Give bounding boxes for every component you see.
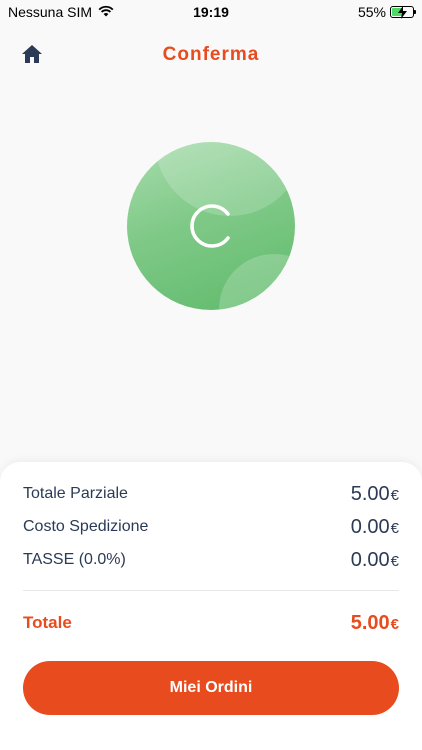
confirmation-screen: Nessuna SIM 19:19 55% Conferma Totale Pa… bbox=[0, 0, 422, 750]
subtotal-value: 5.00€ bbox=[350, 482, 399, 505]
top-bar: Conferma bbox=[0, 34, 422, 74]
page-title: Conferma bbox=[162, 44, 260, 65]
summary-row-total: Totale 5.00€ bbox=[23, 610, 399, 636]
battery-percent: 55% bbox=[357, 4, 386, 20]
summary-row-shipping: Costo Spedizione 0.00€ bbox=[23, 514, 399, 540]
total-label: Totale bbox=[23, 613, 72, 632]
summary-row-subtotal: Totale Parziale 5.00€ bbox=[23, 481, 399, 507]
total-value: 5.00€ bbox=[350, 611, 399, 634]
summary-row-taxes: TASSE (0.0%) 0.00€ bbox=[23, 547, 399, 573]
my-orders-button[interactable]: Miei Ordini bbox=[23, 661, 399, 715]
status-bar: Nessuna SIM 19:19 55% bbox=[0, 0, 422, 24]
taxes-value: 0.00€ bbox=[350, 548, 399, 571]
battery-charging-icon bbox=[390, 6, 416, 19]
shipping-label: Costo Spedizione bbox=[23, 518, 149, 535]
battery-status: 55% bbox=[357, 4, 416, 20]
order-summary-card: Totale Parziale 5.00€ Costo Spedizione 0… bbox=[0, 462, 422, 750]
spinner-c-icon bbox=[190, 204, 230, 248]
subtotal-label: Totale Parziale bbox=[23, 485, 128, 502]
shipping-value: 0.00€ bbox=[350, 515, 399, 538]
summary-divider bbox=[23, 590, 399, 591]
taxes-label: TASSE (0.0%) bbox=[23, 551, 126, 568]
processing-indicator bbox=[127, 142, 295, 310]
